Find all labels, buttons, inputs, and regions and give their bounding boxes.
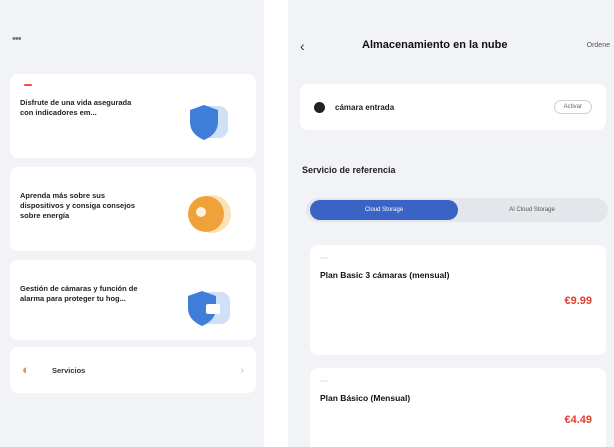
activate-button[interactable]: Activar	[553, 100, 592, 114]
services-row[interactable]: ◐ Servicios ›	[10, 347, 256, 393]
status-bar	[0, 0, 264, 30]
card-title: Disfrute de una vida asegurada con indic…	[20, 98, 132, 117]
shield-illustration-icon	[190, 105, 228, 140]
section-title: Servicio de referencia	[302, 165, 396, 175]
camera-name: cámara entrada	[335, 102, 395, 112]
camera-illustration-icon	[188, 291, 230, 326]
plan-badge	[320, 380, 328, 382]
feature-card-3[interactable]: Gestión de cámaras y función de alarma p…	[10, 260, 256, 340]
chevron-right-icon: ›	[240, 364, 244, 376]
plan-card-2[interactable]: Plan Básico (Mensual) €4.49	[310, 368, 606, 447]
nav-bar: ‹ Almacenamiento en la nube Ordene	[288, 30, 614, 62]
plan-card-1[interactable]: Plan Basic 3 cámaras (mensual) €9.99	[310, 245, 606, 355]
services-label: Servicios	[52, 365, 86, 375]
menu-icon[interactable]: •••	[12, 33, 22, 45]
card-title: Gestión de cámaras y función de alarma p…	[20, 284, 138, 303]
services-icon: ◐	[22, 362, 30, 377]
top-menu-row: •••	[0, 30, 264, 48]
feature-card-2[interactable]: Aprenda más sobre sus dispositivos y con…	[10, 167, 256, 251]
new-badge	[24, 84, 32, 86]
page-title: Almacenamiento en la nube	[362, 39, 508, 51]
card-tag	[20, 84, 32, 86]
camera-selector[interactable]: cámara entrada Activar	[300, 84, 606, 130]
screenshot-stage: ••• Disfrute de una vida asegurada con i…	[0, 0, 614, 447]
home-screen: ••• Disfrute de una vida asegurada con i…	[0, 0, 264, 447]
tab-cloud-storage[interactable]: Cloud Storage	[310, 200, 458, 220]
plan-name: Plan Basic 3 cámaras (mensual)	[320, 270, 450, 280]
feature-card-1[interactable]: Disfrute de una vida asegurada con indic…	[10, 74, 256, 158]
plan-badge	[320, 257, 328, 259]
tab-ai-cloud-storage[interactable]: AI Cloud Storage	[462, 200, 602, 220]
cloud-storage-screen: ‹ Almacenamiento en la nube Ordene cámar…	[288, 0, 614, 447]
plan-name: Plan Básico (Mensual)	[320, 393, 411, 403]
plan-price: €4.49	[564, 414, 592, 426]
orders-link[interactable]: Ordene	[587, 42, 610, 49]
camera-dot-icon	[314, 101, 325, 113]
status-bar	[288, 0, 614, 30]
card-title: Aprenda más sobre sus dispositivos y con…	[20, 191, 136, 220]
service-tabs: Cloud Storage AI Cloud Storage	[306, 198, 608, 222]
back-arrow-icon[interactable]: ‹	[300, 38, 320, 54]
plan-price: €9.99	[564, 295, 592, 307]
bulb-illustration-icon	[188, 195, 231, 233]
